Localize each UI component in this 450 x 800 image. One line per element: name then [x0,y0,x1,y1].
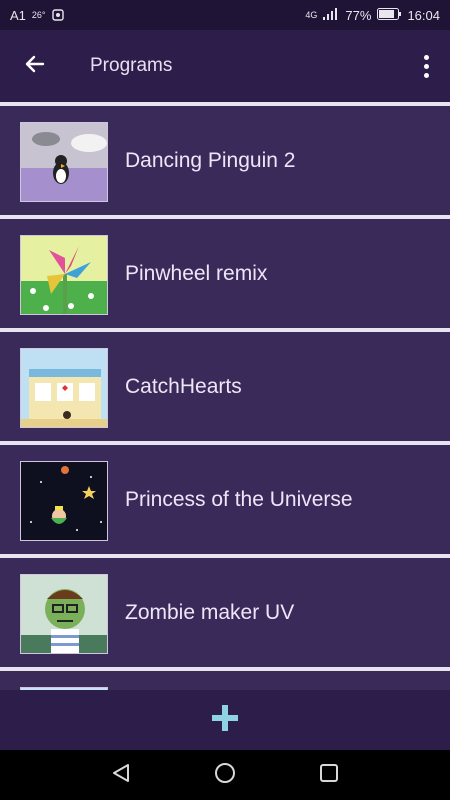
page-title: Programs [90,55,173,76]
program-title: Princess of the Universe [125,487,353,511]
program-thumbnail [20,122,108,202]
nav-back-button[interactable] [110,762,132,789]
battery-percent: 77% [345,7,372,23]
network-type: 4G [305,10,318,20]
program-item[interactable] [0,671,450,690]
nav-home-button[interactable] [213,761,237,790]
more-dot [423,72,429,78]
bottom-bar [0,690,450,750]
program-item[interactable]: Pinwheel remix [0,219,450,328]
program-title: Dancing Pinguin 2 [125,148,296,172]
circle-home-icon [214,762,235,783]
program-item[interactable]: Zombie maker UV [0,558,450,667]
plus-icon [212,704,238,736]
add-program-button[interactable] [195,690,255,750]
nav-recents-button[interactable] [318,762,340,789]
program-thumbnail [20,574,108,654]
program-thumbnail [20,348,108,428]
program-list[interactable]: Dancing Pinguin 2 Pinwheel remix CatchHe… [0,102,450,690]
square-recents-icon [319,763,338,782]
notification-icon [51,7,64,24]
more-vertical-icon [423,54,429,60]
program-item[interactable]: Dancing Pinguin 2 [0,106,450,215]
system-nav-bar [0,750,450,800]
battery-icon [377,7,402,23]
program-title: Pinwheel remix [125,261,268,285]
program-item[interactable]: CatchHearts [0,332,450,441]
program-thumbnail [20,235,108,315]
clock: 16:04 [407,7,440,23]
back-button[interactable] [0,30,70,102]
signal-icon [323,7,339,23]
status-bar: A1 26° 4G 77% 16:04 [0,0,450,30]
temperature-label: 26° [31,10,46,20]
arrow-left-icon [23,52,47,81]
program-title: Zombie maker UV [125,600,295,624]
program-title: CatchHearts [125,374,242,398]
program-thumbnail [20,461,108,541]
more-dot [423,63,429,69]
carrier-label: A1 [10,7,26,23]
app-bar: Programs [0,30,450,102]
program-item[interactable]: Princess of the Universe [0,445,450,554]
more-options-button[interactable] [416,50,436,82]
triangle-back-icon [113,763,130,782]
